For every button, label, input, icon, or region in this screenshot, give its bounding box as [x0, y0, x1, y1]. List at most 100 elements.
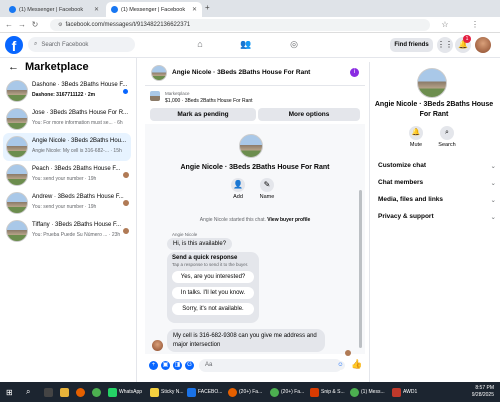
conversation-item[interactable]: Tiffany · 3Beds 2Baths House F... You: P… — [3, 217, 131, 245]
listing-thumbnail — [6, 220, 28, 242]
taskbar-item-facebook-2[interactable]: (20+) Fa... — [228, 386, 262, 398]
taskbar-label: WhatsApp — [119, 389, 143, 395]
media-files-links-section[interactable]: Media, files and links ⌄ — [378, 196, 496, 204]
conversation-preview: You: send your number · 19h — [32, 176, 97, 182]
listing-thumbnail — [150, 91, 160, 101]
photo-icon[interactable]: ▣ — [161, 361, 170, 370]
conversation-item[interactable]: Andrew · 3Beds 2Baths House F... You: se… — [3, 189, 131, 217]
taskbar-item-awd1[interactable]: AWD1 — [392, 386, 417, 398]
conversation-item[interactable]: Jose · 3Beds 2Baths House For R... You: … — [3, 105, 131, 133]
search-icon: ⌕ — [440, 126, 454, 140]
taskbar-item-whatsapp[interactable]: WhatsApp — [108, 386, 142, 398]
forward-arrow-icon[interactable]: → — [17, 20, 27, 29]
chevron-down-icon: ⌄ — [490, 163, 496, 170]
groups-icon[interactable]: ◎ — [288, 39, 300, 51]
message-thread: Angie Nicole · 3Beds 2Baths House For Ra… — [145, 124, 365, 356]
search-icon: ⌕ — [34, 41, 38, 47]
read-receipt-avatar — [123, 228, 129, 234]
facebook-favicon-icon — [9, 6, 16, 13]
marketplace-panel: ← Marketplace Dashone · 3Beds 2Baths Hou… — [0, 58, 137, 382]
taskbar-label: FACEBO... — [198, 389, 223, 395]
back-arrow-icon[interactable]: ← — [8, 61, 19, 73]
privacy-support-section[interactable]: Privacy & support ⌄ — [378, 213, 496, 221]
taskbar-item-sticky-notes[interactable]: Sticky N... — [150, 386, 184, 398]
mute-action[interactable]: 🔔 Mute — [403, 126, 429, 148]
url-field[interactable]: ⚙ facebook.com/messages/t/91348221366223… — [50, 19, 430, 31]
facebook-logo[interactable]: f — [5, 36, 23, 54]
search-icon[interactable]: ⌕ — [26, 386, 30, 398]
more-options-button[interactable]: More options — [258, 108, 360, 121]
emoji-icon[interactable]: ☺ — [336, 361, 345, 370]
taskbar-label: (1) Mess... — [361, 389, 385, 395]
friends-icon[interactable]: 👥 — [240, 39, 252, 51]
chrome-icon — [270, 387, 279, 397]
scrollbar[interactable] — [359, 190, 362, 348]
sender-name: Angie Nicole — [172, 232, 198, 237]
back-arrow-icon[interactable]: ← — [4, 20, 14, 29]
profile-avatar[interactable] — [475, 37, 491, 53]
view-buyer-profile-link[interactable]: View buyer profile — [267, 217, 310, 223]
chat-panel: Angie Nicole · 3Beds 2Baths House For Ra… — [145, 62, 365, 380]
new-tab-button[interactable]: + — [205, 3, 210, 12]
search-input[interactable]: ⌕ Search Facebook — [28, 37, 135, 52]
url-text: facebook.com/messages/t/9134822136622371 — [65, 22, 191, 28]
sticker-icon[interactable]: ◨ — [173, 361, 182, 370]
taskbar-label: Sticky N... — [161, 389, 184, 395]
chrome-icon[interactable] — [92, 386, 101, 398]
conversation-item[interactable]: Peach · 3Beds 2Baths House F... You: sen… — [3, 161, 131, 189]
mark-as-pending-button[interactable]: Mark as pending — [150, 108, 256, 121]
close-tab-icon[interactable]: ✕ — [192, 6, 197, 13]
conversation-item-selected[interactable]: Angie Nicole · 3Beds 2Baths Hou... Angie… — [3, 133, 131, 161]
name-action[interactable]: ✎ Name — [252, 178, 282, 200]
listing-banner[interactable]: Marketplace $1,000 · 3Beds 2Baths House … — [145, 87, 365, 107]
name-label: Name — [259, 194, 275, 200]
home-icon[interactable]: ⌂ — [194, 39, 206, 51]
gif-icon[interactable]: G — [185, 361, 194, 370]
star-icon[interactable]: ☆ — [440, 20, 450, 29]
windows-start-icon[interactable]: ⊞ — [6, 386, 13, 398]
taskbar-item-snip[interactable]: Snip & S... — [310, 386, 345, 398]
task-view-icon[interactable] — [44, 386, 53, 398]
conversation-preview: You: For more information must se... · 6… — [32, 120, 123, 126]
conversation-preview: You: send your number · 19h — [32, 204, 97, 210]
conversation-name: Peach · 3Beds 2Baths House F... — [32, 166, 121, 172]
search-action[interactable]: ⌕ Search — [434, 126, 460, 148]
profile-name: Angie Nicole · 3Beds 2Baths House For Ra… — [180, 164, 330, 171]
conversation-item[interactable]: Dashone · 3Beds 2Baths House F... Dashon… — [3, 77, 131, 105]
quick-response-button[interactable]: Sorry, it's not available. — [172, 303, 254, 315]
taskbar-item-messenger[interactable]: (1) Mess... — [350, 386, 385, 398]
chrome-icon — [350, 387, 359, 397]
unread-dot-icon — [123, 89, 128, 94]
plus-icon[interactable]: + — [149, 361, 158, 370]
close-tab-icon[interactable]: ✕ — [94, 6, 99, 13]
thumbs-up-icon[interactable]: 👍 — [351, 359, 362, 370]
add-action[interactable]: 👤 Add — [223, 178, 253, 200]
message-input[interactable]: Aa — [199, 359, 342, 372]
taskbar-label: (20+) Fa... — [281, 389, 305, 395]
find-friends-button[interactable]: Find friends — [390, 38, 433, 52]
browser-tab-2[interactable]: (1) Messenger | Facebook ✕ — [106, 2, 202, 17]
file-explorer-icon[interactable] — [60, 386, 69, 398]
customize-chat-section[interactable]: Customize chat ⌄ — [378, 162, 496, 170]
details-avatar — [417, 68, 447, 98]
taskbar-item-facebook[interactable]: FACEBO... — [187, 386, 222, 398]
add-person-icon: 👤 — [231, 178, 245, 192]
menu-grid-icon[interactable]: ⋮⋮ — [437, 37, 453, 53]
window-icon — [187, 387, 196, 397]
conversation-preview: Dashone: 3167711122 · 2m — [32, 92, 96, 98]
quick-response-button[interactable]: Yes, are you interested? — [172, 271, 254, 283]
chat-avatar[interactable] — [151, 65, 167, 81]
listing-thumbnail — [6, 164, 28, 186]
chat-members-section[interactable]: Chat members ⌄ — [378, 179, 496, 187]
system-clock[interactable]: 8:57 PM 9/28/2025 — [472, 385, 494, 399]
browser-tab-1[interactable]: (1) Messenger | Facebook ✕ — [4, 2, 104, 17]
info-icon[interactable]: i — [350, 68, 359, 77]
reload-icon[interactable]: ↻ — [30, 20, 40, 29]
chevron-down-icon: ⌄ — [490, 180, 496, 187]
quick-response-button[interactable]: In talks. I'll let you know. — [172, 287, 254, 299]
taskbar-item-facebook-3[interactable]: (20+) Fa... — [270, 386, 304, 398]
sender-avatar — [152, 340, 163, 351]
firefox-icon[interactable] — [76, 386, 85, 398]
chat-title[interactable]: Angie Nicole · 3Beds 2Baths House For Ra… — [172, 69, 310, 76]
browser-menu-icon[interactable]: ⋮ — [470, 20, 480, 29]
